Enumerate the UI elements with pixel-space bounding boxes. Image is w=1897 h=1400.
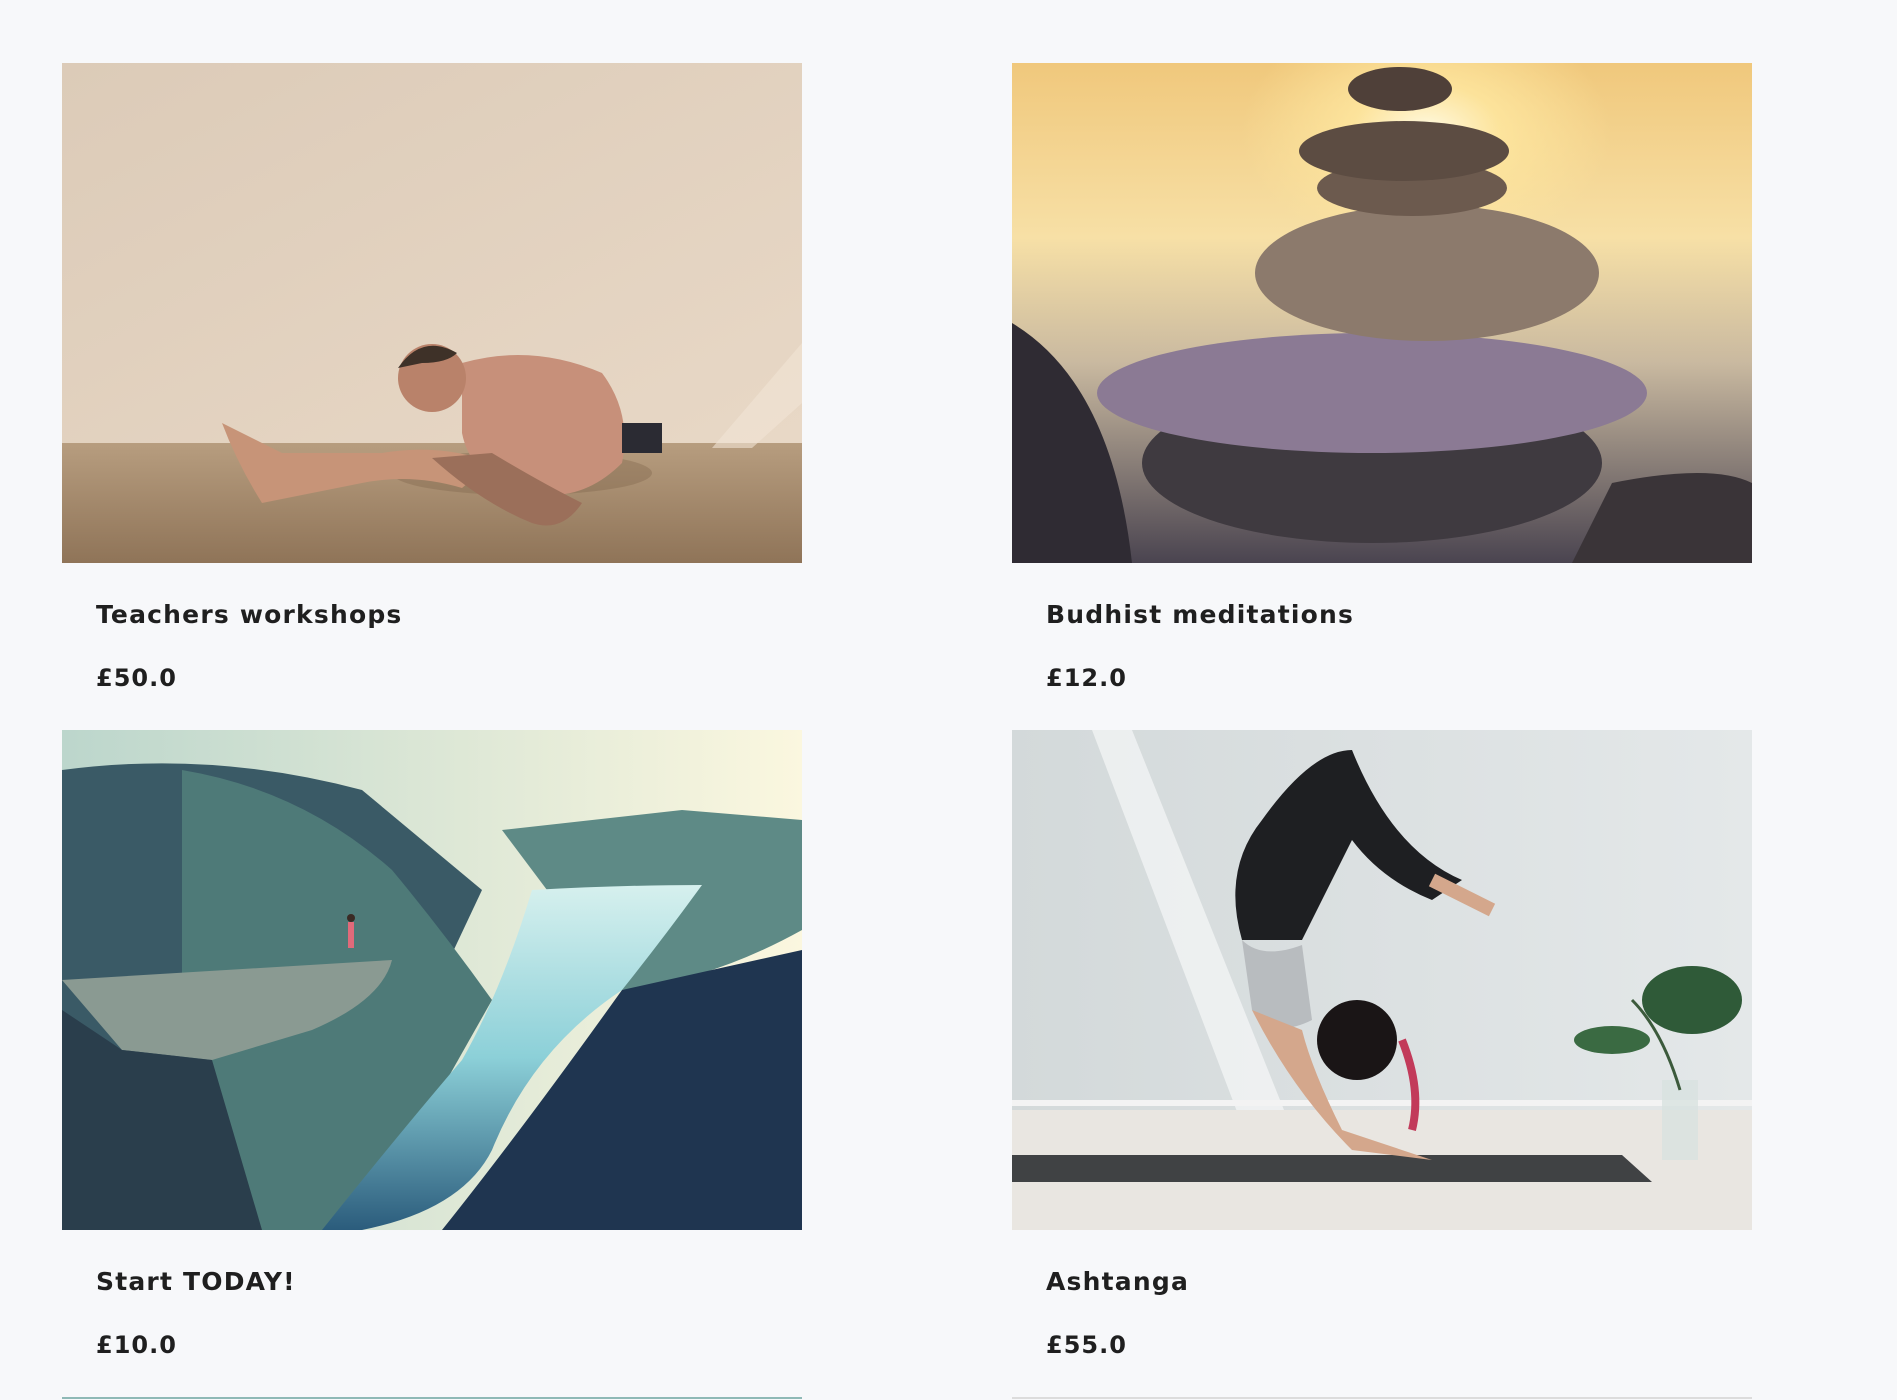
product-title[interactable]: Start TODAY! [96,1267,296,1296]
product-title[interactable]: Teachers workshops [96,600,403,629]
product-image[interactable] [62,63,802,563]
product-grid: Teachers workshops £50.0 Budhist meditat… [0,0,1897,1400]
product-price: £50.0 [96,664,177,692]
product-image[interactable] [1012,63,1752,563]
next-card-edge [1012,1397,1752,1399]
fjord-cliff-yoga-photo [62,730,802,1230]
product-title[interactable]: Budhist meditations [1046,600,1354,629]
product-price: £12.0 [1046,664,1127,692]
product-price: £10.0 [96,1331,177,1359]
product-title[interactable]: Ashtanga [1046,1267,1189,1296]
product-price: £55.0 [1046,1331,1127,1359]
next-card-edge [62,1397,802,1399]
woman-scorpion-pose-photo [1012,730,1752,1230]
yoga-man-stretching-photo [62,63,802,563]
stacked-stones-sunset-photo [1012,63,1752,563]
product-image[interactable] [62,730,802,1230]
product-image[interactable] [1012,730,1752,1230]
